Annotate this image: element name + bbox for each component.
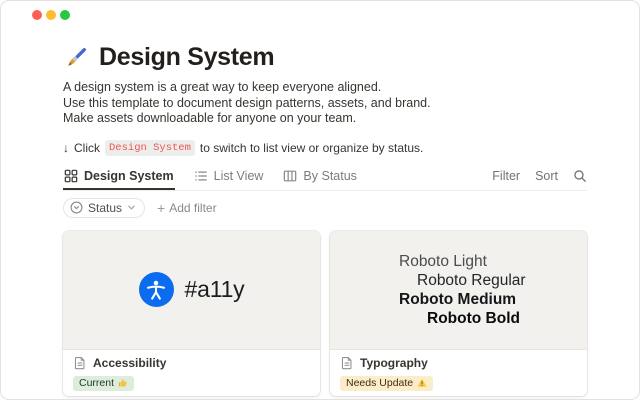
font-sample-light: Roboto Light xyxy=(399,252,587,271)
board-icon xyxy=(283,169,297,183)
gallery-icon xyxy=(64,169,78,183)
card-title: Typography xyxy=(360,356,428,370)
page-title: Design System xyxy=(99,43,274,72)
tab-label: List View xyxy=(214,169,264,183)
tab-label: Design System xyxy=(84,169,174,183)
font-sample-bold: Roboto Bold xyxy=(427,309,587,328)
font-sample-medium: Roboto Medium xyxy=(399,290,587,309)
status-badge-current: Current xyxy=(73,376,134,392)
card-cover: #a11y xyxy=(63,231,320,350)
tab-label: By Status xyxy=(303,169,357,183)
status-circle-icon xyxy=(70,201,83,214)
card-accessibility[interactable]: #a11y Accessibility Current xyxy=(63,231,320,396)
page-icon xyxy=(73,356,87,370)
accessibility-icon xyxy=(139,272,174,307)
page-icon xyxy=(340,356,354,370)
page-header: Design System xyxy=(63,43,587,72)
view-tabs: Design System List View xyxy=(63,169,358,190)
hint-prefix: Click xyxy=(74,141,100,155)
warning-icon xyxy=(417,378,427,388)
font-sample-regular: Roboto Regular xyxy=(417,271,587,290)
tab-design-system[interactable]: Design System xyxy=(63,169,175,190)
description-line: Use this template to document design pat… xyxy=(63,96,587,112)
card-typography[interactable]: Roboto Light Roboto Regular Roboto Mediu… xyxy=(330,231,587,396)
search-icon[interactable] xyxy=(573,169,587,183)
card-footer: Accessibility Current xyxy=(63,350,320,396)
page-description: A design system is a great way to keep e… xyxy=(63,80,587,127)
description-line: A design system is a great way to keep e… xyxy=(63,80,587,96)
description-line: Make assets downloadable for anyone on y… xyxy=(63,111,587,127)
tab-by-status[interactable]: By Status xyxy=(282,169,358,190)
status-chip-label: Status xyxy=(88,201,122,215)
badge-label: Current xyxy=(79,378,114,390)
hint-suffix: to switch to list view or organize by st… xyxy=(200,141,423,155)
app-window: Design System A design system is a great… xyxy=(0,0,640,400)
list-icon xyxy=(194,169,208,183)
badge-label: Needs Update xyxy=(346,378,413,390)
filter-button[interactable]: Filter xyxy=(492,169,520,183)
view-tab-bar: Design System List View xyxy=(63,164,587,191)
sort-button[interactable]: Sort xyxy=(535,169,558,183)
card-title: Accessibility xyxy=(93,356,166,370)
minimize-window-button[interactable] xyxy=(46,10,56,20)
card-title-row: Typography xyxy=(340,356,577,370)
filter-bar: Status + Add filter xyxy=(63,198,587,218)
hint-line: ↓ Click Design System to switch to list … xyxy=(63,140,587,156)
gallery-cards: #a11y Accessibility Current xyxy=(63,231,587,396)
add-filter-label: Add filter xyxy=(169,201,216,215)
card-title-row: Accessibility xyxy=(73,356,310,370)
card-footer: Typography Needs Update xyxy=(330,350,587,396)
plus-icon: + xyxy=(157,201,165,215)
a11y-cover-text: #a11y xyxy=(185,276,245,303)
inline-code-design-system: Design System xyxy=(105,140,195,156)
tab-list-view[interactable]: List View xyxy=(193,169,265,190)
status-filter-chip[interactable]: Status xyxy=(63,198,145,218)
status-badge-needs-update: Needs Update xyxy=(340,376,433,392)
add-filter-button[interactable]: + Add filter xyxy=(157,201,217,215)
card-cover: Roboto Light Roboto Regular Roboto Mediu… xyxy=(330,231,587,350)
paintbrush-icon xyxy=(63,44,90,71)
chevron-down-icon xyxy=(127,203,136,212)
thumbs-up-icon xyxy=(118,378,128,388)
page-content: Design System A design system is a great… xyxy=(63,1,587,396)
view-controls: Filter Sort xyxy=(492,169,587,190)
down-arrow-glyph: ↓ xyxy=(63,141,69,155)
close-window-button[interactable] xyxy=(32,10,42,20)
